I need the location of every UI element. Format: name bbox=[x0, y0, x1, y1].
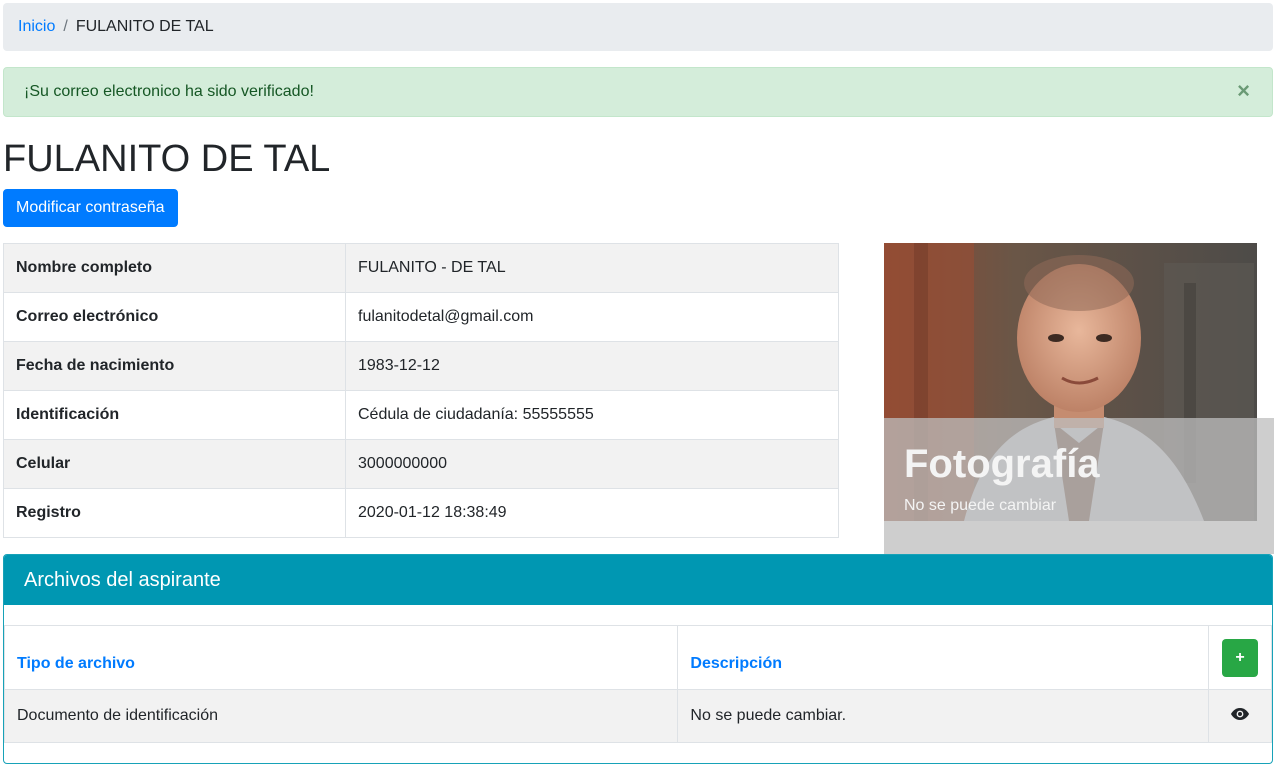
table-row: Fecha de nacimiento 1983-12-12 bbox=[3, 341, 839, 391]
breadcrumb-current: FULANITO DE TAL bbox=[75, 18, 214, 35]
alert-message: ¡Su correo electronico ha sido verificad… bbox=[24, 83, 314, 100]
photo-subtitle: No se puede cambiar bbox=[904, 497, 1057, 514]
add-cell: + bbox=[1207, 625, 1272, 690]
field-value: fulanitodetal@gmail.com bbox=[345, 292, 839, 342]
breadcrumb-home-link[interactable]: Inicio bbox=[18, 18, 55, 36]
column-header-type[interactable]: Tipo de archivo bbox=[4, 625, 679, 690]
table-row: Documento de identificación No se puede … bbox=[4, 689, 1272, 743]
table-row: Celular 3000000000 bbox=[3, 439, 839, 489]
profile-info-table: Nombre completo FULANITO - DE TAL Correo… bbox=[3, 243, 839, 538]
field-label: Identificación bbox=[3, 390, 346, 440]
table-row: Registro 2020-01-12 18:38:49 bbox=[3, 488, 839, 538]
file-action-cell bbox=[1207, 689, 1272, 743]
photo-title: Fotografía bbox=[904, 442, 1100, 486]
table-row: Identificación Cédula de ciudadanía: 555… bbox=[3, 390, 839, 440]
change-password-button[interactable]: Modificar contraseña bbox=[3, 189, 178, 227]
field-label: Fecha de nacimiento bbox=[3, 341, 346, 391]
table-row: Correo electrónico fulanitodetal@gmail.c… bbox=[3, 292, 839, 342]
field-value: 3000000000 bbox=[345, 439, 839, 489]
table-header-row: Tipo de archivo Descripción + bbox=[4, 625, 1272, 690]
field-label: Nombre completo bbox=[3, 243, 346, 293]
field-label: Registro bbox=[3, 488, 346, 538]
field-label: Celular bbox=[3, 439, 346, 489]
breadcrumb: Inicio / FULANITO DE TAL bbox=[3, 3, 1273, 51]
field-value: 2020-01-12 18:38:49 bbox=[345, 488, 839, 538]
file-description-cell: No se puede cambiar. bbox=[677, 689, 1209, 743]
file-type-cell: Documento de identificación bbox=[4, 689, 679, 743]
field-value: Cédula de ciudadanía: 55555555 bbox=[345, 390, 839, 440]
files-table: Tipo de archivo Descripción + Documento … bbox=[4, 625, 1272, 743]
success-alert: ¡Su correo electronico ha sido verificad… bbox=[3, 67, 1273, 117]
table-row: Nombre completo FULANITO - DE TAL bbox=[3, 243, 839, 293]
card-header: Archivos del aspirante bbox=[4, 555, 1272, 605]
applicant-files-card: Archivos del aspirante Tipo de archivo D… bbox=[3, 554, 1273, 764]
column-header-description[interactable]: Descripción bbox=[677, 625, 1209, 690]
add-file-button[interactable]: + bbox=[1221, 638, 1258, 677]
field-value: 1983-12-12 bbox=[345, 341, 839, 391]
field-value: FULANITO - DE TAL bbox=[345, 243, 839, 293]
eye-icon[interactable] bbox=[1230, 707, 1249, 725]
page-title: FULANITO DE TAL bbox=[3, 138, 331, 180]
close-icon[interactable]: × bbox=[1237, 80, 1250, 102]
breadcrumb-separator: / bbox=[63, 18, 68, 35]
field-label: Correo electrónico bbox=[3, 292, 346, 342]
